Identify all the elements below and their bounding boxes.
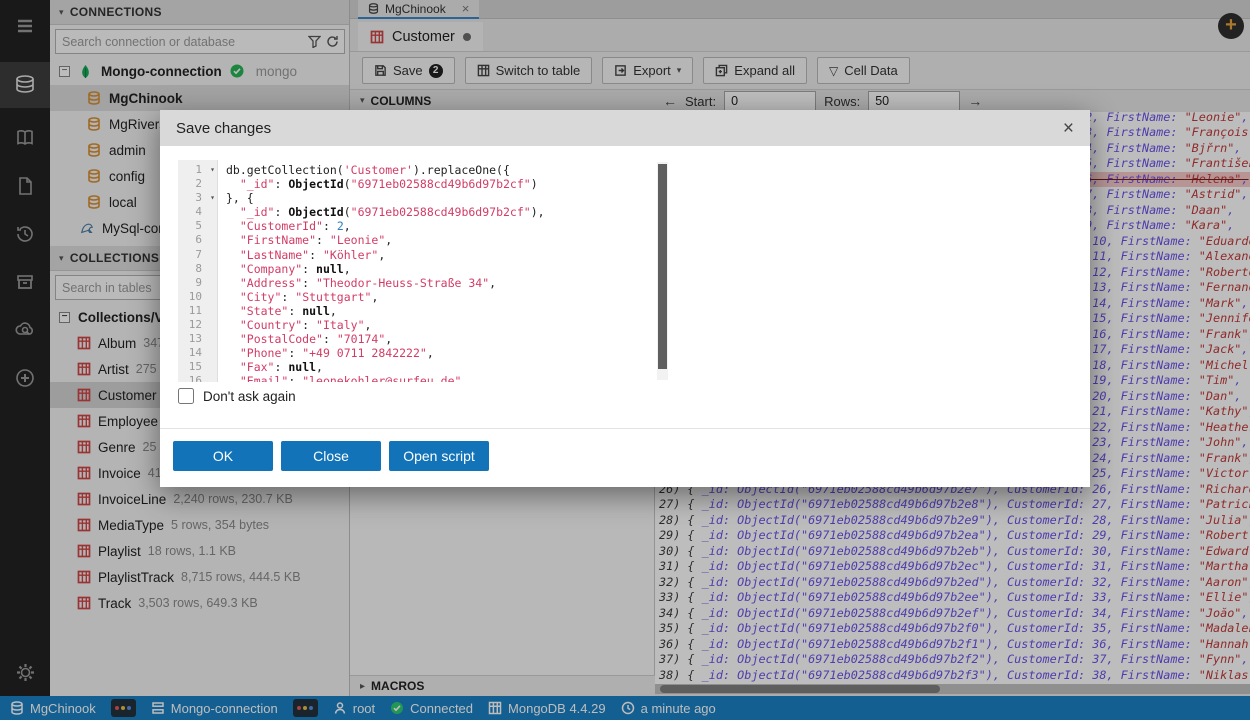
code-line: "Fax": null, <box>226 360 668 374</box>
dont-ask-again-checkbox[interactable] <box>178 388 194 404</box>
code-line: "Phone": "+49 0711 2842222", <box>226 346 668 360</box>
code-line: "_id": ObjectId("6971eb02588cd49b6d97b2c… <box>226 177 668 191</box>
code-line: "_id": ObjectId("6971eb02588cd49b6d97b2c… <box>226 205 668 219</box>
code-line: "State": null, <box>226 304 668 318</box>
code-line: "Country": "Italy", <box>226 318 668 332</box>
code-line: "PostalCode": "70174", <box>226 332 668 346</box>
code-line: "Company": null, <box>226 262 668 276</box>
editor-gutter: 1▾23▾45678910111213141516 <box>178 160 218 382</box>
save-changes-dialog: Save changes × 1▾23▾45678910111213141516… <box>160 110 1090 487</box>
close-button[interactable]: Close <box>281 441 381 471</box>
code-line: db.getCollection('Customer').replaceOne(… <box>226 163 668 177</box>
code-line: "LastName": "Köhler", <box>226 248 668 262</box>
fold-icon[interactable]: ▾ <box>210 163 215 177</box>
dont-ask-again-row: Don't ask again <box>178 388 296 404</box>
code-line: "FirstName": "Leonie", <box>226 233 668 247</box>
dialog-title: Save changes <box>176 120 271 137</box>
code-lines[interactable]: db.getCollection('Customer').replaceOne(… <box>218 160 668 382</box>
close-icon[interactable]: × <box>1063 119 1074 138</box>
code-line: }, { <box>226 191 668 205</box>
code-line: "Email": "leonekohler@surfeu.de", <box>226 374 668 382</box>
scrollbar-thumb[interactable] <box>658 164 667 369</box>
code-line: "Address": "Theodor-Heuss-Straße 34", <box>226 276 668 290</box>
editor-scrollbar[interactable] <box>657 162 668 380</box>
dialog-header: Save changes × <box>160 110 1090 146</box>
dialog-footer: OK Close Open script <box>173 441 489 471</box>
code-line: "CustomerId": 2, <box>226 219 668 233</box>
open-script-button[interactable]: Open script <box>389 441 489 471</box>
ok-button[interactable]: OK <box>173 441 273 471</box>
dont-ask-again-label: Don't ask again <box>203 389 296 404</box>
app-window: ▾ CONNECTIONS − Mongo-connection mongo M… <box>0 0 1250 720</box>
code-line: "City": "Stuttgart", <box>226 290 668 304</box>
script-editor[interactable]: 1▾23▾45678910111213141516 db.getCollecti… <box>178 160 668 382</box>
dialog-divider <box>160 428 1090 429</box>
fold-icon[interactable]: ▾ <box>210 191 215 205</box>
